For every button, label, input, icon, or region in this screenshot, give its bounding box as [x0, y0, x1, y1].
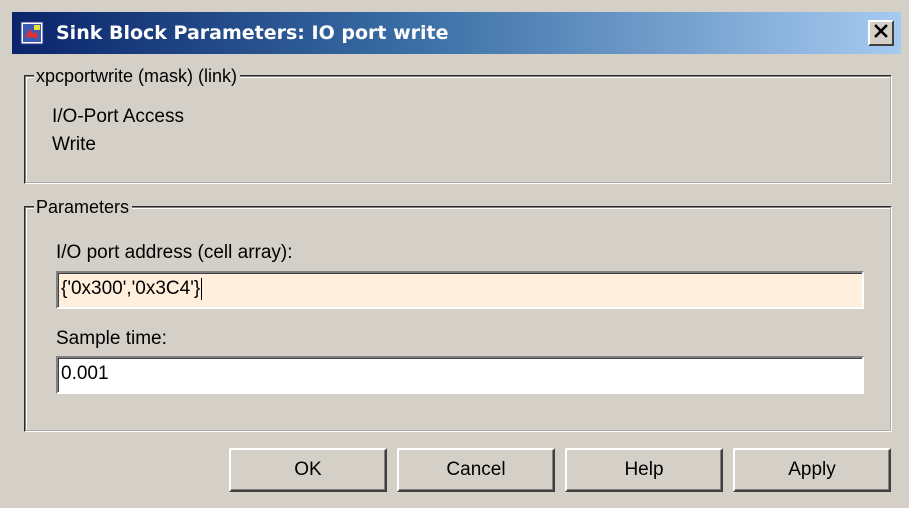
sample-time-value: 0.001	[61, 363, 109, 384]
address-value: {'0x300','0x3C4'}	[61, 278, 201, 299]
help-button[interactable]: Help	[565, 448, 723, 492]
title-bar[interactable]: Sink Block Parameters: IO port write	[12, 12, 901, 54]
close-button[interactable]	[868, 20, 894, 46]
close-icon	[873, 23, 889, 43]
description-legend: xpcportwrite (mask) (link)	[34, 64, 241, 88]
field-border	[58, 358, 862, 392]
address-input[interactable]: {'0x300','0x3C4'}	[56, 271, 864, 309]
description-group: xpcportwrite (mask) (link) I/O-Port Acce…	[24, 64, 892, 184]
apply-button[interactable]: Apply	[733, 448, 891, 492]
address-label: I/O port address (cell array):	[56, 242, 293, 263]
parameters-legend: Parameters	[34, 195, 133, 219]
group-border	[26, 77, 890, 182]
description-line-2: Write	[52, 134, 96, 155]
sample-time-input[interactable]: 0.001	[56, 356, 864, 394]
cancel-button[interactable]: Cancel	[397, 448, 555, 492]
group-border	[26, 208, 890, 430]
dialog-window: Sink Block Parameters: IO port write xpc…	[0, 0, 909, 508]
description-line-1: I/O-Port Access	[52, 106, 184, 127]
simulink-block-icon	[20, 21, 44, 45]
parameters-group: Parameters I/O port address (cell array)…	[24, 195, 892, 432]
text-cursor	[201, 277, 203, 300]
window-title: Sink Block Parameters: IO port write	[56, 22, 449, 44]
field-border	[58, 273, 862, 307]
ok-button[interactable]: OK	[229, 448, 387, 492]
sample-time-label: Sample time:	[56, 328, 167, 349]
